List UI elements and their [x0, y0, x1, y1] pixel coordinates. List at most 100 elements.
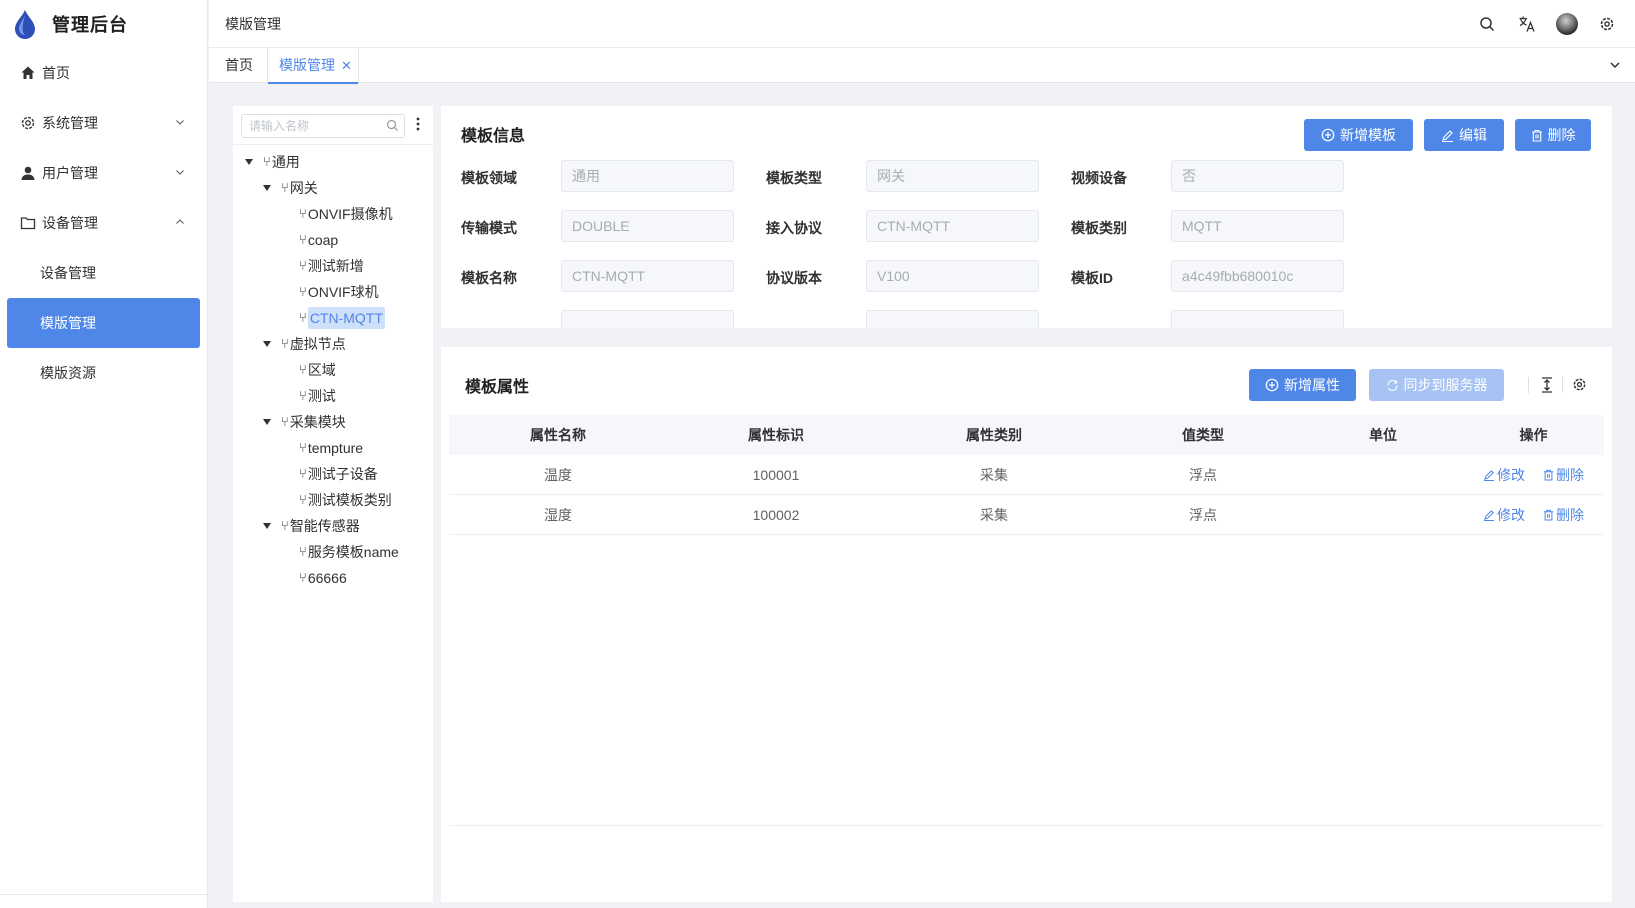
- branch-icon: ⑂: [299, 258, 307, 273]
- sidebar: 管理后台 首页 系统管理 用户管理 设备管理 设备管理 模版管理 模版资源: [0, 0, 208, 908]
- field-domain-input[interactable]: 通用: [561, 160, 734, 192]
- tree-node[interactable]: ⑂ 服务模板name: [299, 541, 399, 563]
- field-input-clipped[interactable]: [561, 310, 734, 328]
- tree-node[interactable]: ⑂ 测试: [299, 385, 336, 407]
- search-button[interactable]: [1467, 0, 1507, 48]
- edit-row-label: 修改: [1497, 466, 1525, 483]
- user-avatar-button[interactable]: [1547, 0, 1587, 48]
- branch-icon: ⑂: [299, 284, 307, 299]
- delete-row-button[interactable]: 删除: [1543, 465, 1584, 485]
- cell-attribute-category: 采集: [980, 466, 1008, 483]
- tree-node[interactable]: ⑂ 虚拟节点: [263, 333, 346, 355]
- tree-node[interactable]: ⑂ 测试新增: [299, 255, 364, 277]
- edit-button[interactable]: 编辑: [1424, 119, 1504, 151]
- settings-button[interactable]: [1587, 0, 1627, 48]
- tree-node[interactable]: ⑂ ONVIF摄像机: [299, 203, 393, 225]
- tree-node-label: 通用: [271, 154, 300, 170]
- brand[interactable]: 管理后台: [0, 0, 207, 48]
- breadcrumb: 模版管理: [225, 15, 281, 32]
- caret-down-icon[interactable]: [263, 341, 271, 347]
- cell-value-type: 浮点: [1189, 506, 1217, 523]
- delete-button[interactable]: 删除: [1515, 119, 1591, 151]
- home-icon: [20, 65, 36, 81]
- sync-to-server-button[interactable]: 同步到服务器: [1369, 369, 1504, 401]
- column-height-icon[interactable]: [1541, 377, 1553, 393]
- tree-node[interactable]: ⑂ 智能传感器: [263, 515, 360, 537]
- cell-unit: [1303, 495, 1463, 534]
- sidebar-item-users[interactable]: 用户管理: [0, 148, 207, 198]
- tree-node[interactable]: ⑂ coap: [299, 229, 338, 251]
- delete-row-button[interactable]: 删除: [1543, 505, 1584, 525]
- tree-node[interactable]: ⑂ ONVIF球机: [299, 281, 379, 303]
- tree-node[interactable]: ⑂ 66666: [299, 567, 347, 589]
- branch-icon: ⑂: [299, 310, 307, 325]
- tree-node[interactable]: ⑂ tempture: [299, 437, 363, 459]
- tab-template-management[interactable]: 模版管理 ✕: [267, 48, 359, 84]
- chevron-down-icon: [176, 120, 184, 125]
- field-label-protocol: 接入协议: [766, 220, 822, 236]
- field-input-clipped[interactable]: [1171, 310, 1344, 328]
- tab-label: 首页: [225, 57, 253, 73]
- field-input-clipped[interactable]: [866, 310, 1039, 328]
- tree-node[interactable]: ⑂ 测试模板类别: [299, 489, 392, 511]
- gear-icon[interactable]: [1572, 377, 1587, 392]
- field-transfer-input[interactable]: DOUBLE: [561, 210, 734, 242]
- user-icon: [20, 165, 36, 181]
- tree-search-placeholder: 请输入名称: [249, 119, 310, 133]
- top-header: 模版管理: [209, 0, 1635, 48]
- template-info-panel: 模板信息 新增模板 编辑 删除 模板领域 通用 模板类型 网关 视频设备 否 传…: [441, 106, 1612, 328]
- delete-row-label: 删除: [1556, 506, 1584, 523]
- field-protocol-input[interactable]: CTN-MQTT: [866, 210, 1039, 242]
- field-label-transfer: 传输模式: [461, 220, 517, 236]
- tree-search-input[interactable]: 请输入名称: [241, 114, 405, 138]
- tree-node-label: 采集模块: [289, 414, 346, 430]
- tree-node[interactable]: ⑂ 通用: [245, 151, 300, 173]
- trash-icon: [1531, 129, 1542, 142]
- brand-title: 管理后台: [52, 15, 128, 35]
- chevron-down-icon[interactable]: [1609, 59, 1621, 71]
- field-video-input[interactable]: 否: [1171, 160, 1344, 192]
- attributes-title: 模板属性: [465, 379, 530, 396]
- search-icon: [386, 119, 398, 131]
- tree-node-label: CTN-MQTT: [307, 307, 385, 329]
- field-id-input[interactable]: a4c49fbb680010c: [1171, 260, 1344, 292]
- branch-icon: ⑂: [299, 544, 307, 559]
- add-template-button[interactable]: 新增模板: [1304, 119, 1413, 151]
- sidebar-item-system[interactable]: 系统管理: [0, 98, 207, 148]
- caret-down-icon[interactable]: [263, 185, 271, 191]
- field-type-input[interactable]: 网关: [866, 160, 1039, 192]
- edit-row-button[interactable]: 修改: [1483, 465, 1525, 485]
- field-label-video: 视频设备: [1071, 170, 1127, 186]
- edit-row-button[interactable]: 修改: [1483, 505, 1525, 525]
- field-label-name: 模板名称: [461, 270, 517, 286]
- translate-button[interactable]: [1507, 0, 1547, 48]
- sidebar-footer: [0, 894, 207, 908]
- table-bottom-border: [449, 825, 1604, 826]
- field-version-input[interactable]: V100: [866, 260, 1039, 292]
- tree-node[interactable]: ⑂ CTN-MQTT: [299, 307, 385, 329]
- field-category-input[interactable]: MQTT: [1171, 210, 1344, 242]
- close-icon[interactable]: ✕: [341, 58, 352, 73]
- caret-down-icon[interactable]: [245, 159, 253, 165]
- sidebar-item-label: 系统管理: [42, 115, 98, 131]
- more-vertical-icon[interactable]: [415, 116, 421, 132]
- field-name-input[interactable]: CTN-MQTT: [561, 260, 734, 292]
- sidebar-item-home[interactable]: 首页: [0, 48, 207, 98]
- tree-node[interactable]: ⑂ 网关: [263, 177, 318, 199]
- sidebar-subitem-template-management[interactable]: 模版管理: [7, 298, 200, 348]
- sidebar-subitem-device-management[interactable]: 设备管理: [0, 248, 207, 298]
- tree-node[interactable]: ⑂ 采集模块: [263, 411, 346, 433]
- tree-node[interactable]: ⑂ 测试子设备: [299, 463, 378, 485]
- caret-down-icon[interactable]: [263, 523, 271, 529]
- sidebar-item-devices[interactable]: 设备管理: [0, 198, 207, 248]
- pencil-icon: [1483, 469, 1495, 481]
- tree-node[interactable]: ⑂ 区域: [299, 359, 336, 381]
- avatar: [1556, 13, 1578, 35]
- chevron-down-icon: [176, 170, 184, 175]
- add-attribute-button[interactable]: 新增属性: [1249, 369, 1356, 401]
- caret-down-icon[interactable]: [263, 419, 271, 425]
- sidebar-subitem-template-resources[interactable]: 模版资源: [0, 348, 207, 398]
- tab-home[interactable]: 首页: [225, 48, 253, 83]
- column-header: 属性类别: [966, 427, 1022, 443]
- plus-circle-icon: [1265, 378, 1279, 392]
